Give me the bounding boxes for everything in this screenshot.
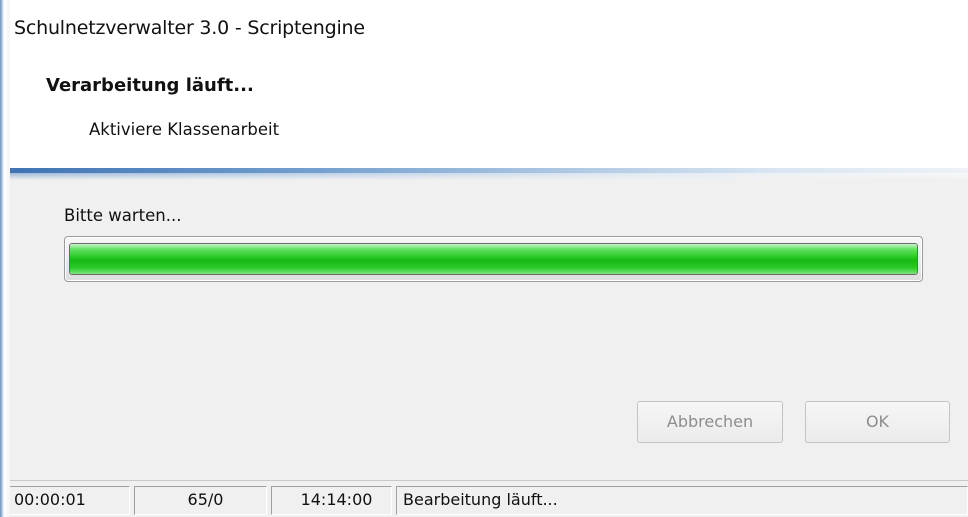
progress-track bbox=[69, 243, 918, 275]
ok-button[interactable]: OK bbox=[805, 401, 950, 443]
cancel-button[interactable]: Abbrechen bbox=[637, 401, 783, 443]
status-message: Bearbeitung läuft... bbox=[396, 486, 968, 515]
header-separator bbox=[0, 168, 968, 180]
window-left-border bbox=[0, 0, 10, 517]
title-bar[interactable]: Schulnetzverwalter 3.0 - Scriptengine bbox=[0, 0, 968, 62]
status-bar: 00:00:01 65/0 14:14:00 Bearbeitung läuft… bbox=[0, 480, 968, 517]
content-area: Bitte warten... Abbrechen OK bbox=[0, 180, 968, 480]
wait-label: Bitte warten... bbox=[64, 206, 182, 225]
status-count: 65/0 bbox=[134, 486, 267, 515]
header-subheading: Aktiviere Klassenarbeit bbox=[89, 120, 280, 139]
scriptengine-dialog: Schulnetzverwalter 3.0 - Scriptengine Ve… bbox=[0, 0, 968, 517]
header-heading: Verarbeitung läuft... bbox=[46, 75, 254, 96]
wizard-header: Verarbeitung läuft... Aktiviere Klassena… bbox=[0, 62, 968, 168]
progress-fill bbox=[70, 244, 917, 274]
progress-bar bbox=[64, 236, 923, 282]
window-title: Schulnetzverwalter 3.0 - Scriptengine bbox=[14, 17, 365, 39]
status-clock-time: 14:14:00 bbox=[271, 486, 392, 515]
status-elapsed-time: 00:00:01 bbox=[8, 486, 130, 515]
